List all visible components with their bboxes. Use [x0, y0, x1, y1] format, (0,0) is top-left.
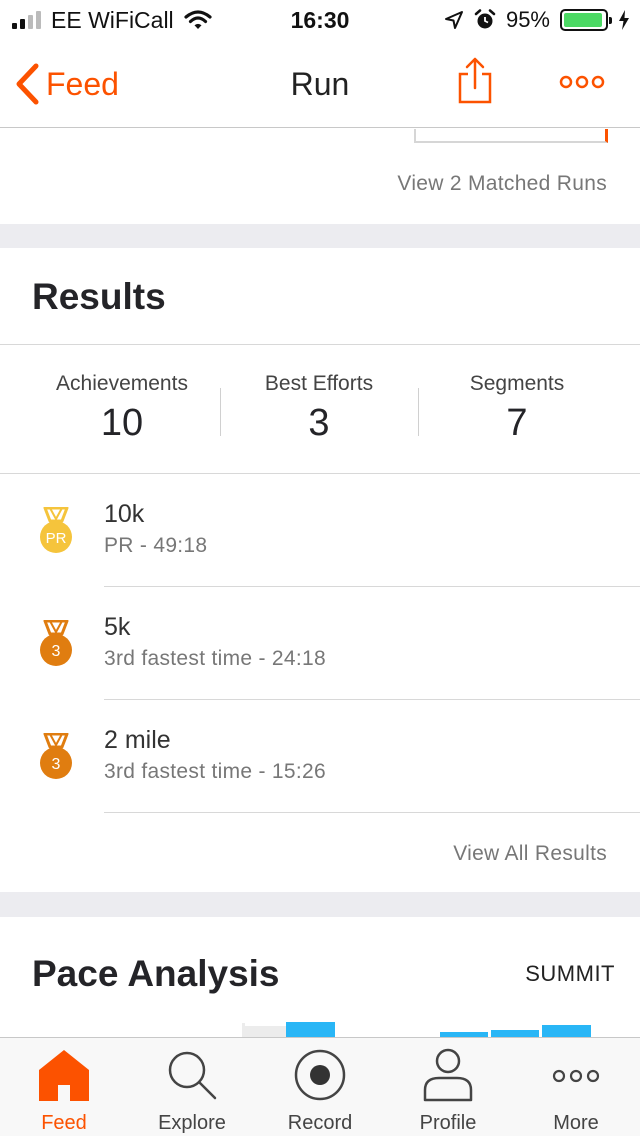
summit-badge: SUMMIT	[525, 961, 615, 986]
profile-icon	[423, 1048, 473, 1102]
segments-stat[interactable]: Segments 7	[417, 372, 617, 445]
alarm-icon	[474, 9, 496, 29]
stat-value: 7	[506, 402, 528, 444]
chevron-left-icon	[16, 63, 39, 105]
result-row-2-mile[interactable]: 3 2 mile 3rd fastest time - 15:26	[0, 700, 640, 812]
pace-analysis-card: Pace Analysis SUMMIT	[0, 917, 640, 1037]
view-all-results-link[interactable]: View All Results	[453, 842, 607, 866]
stat-label: Best Efforts	[264, 372, 374, 395]
status-right: 95%	[444, 6, 630, 34]
home-icon	[39, 1050, 89, 1101]
location-arrow-icon	[444, 11, 463, 29]
more-icon	[552, 1069, 600, 1083]
stat-label: Segments	[469, 372, 565, 395]
section-divider	[0, 892, 640, 917]
bronze-medal-icon: 3	[40, 620, 72, 666]
medal-badge: PR	[46, 530, 67, 547]
bronze-medal-icon: 3	[40, 733, 72, 779]
result-subtitle: 3rd fastest time - 24:18	[104, 647, 326, 670]
result-title: 5k	[104, 613, 131, 641]
back-button[interactable]: Feed	[14, 60, 119, 108]
tab-label: More	[553, 1112, 599, 1134]
result-subtitle: PR - 49:18	[104, 534, 208, 557]
stat-value: 3	[308, 402, 330, 444]
matched-runs-section: View 2 Matched Runs	[0, 129, 640, 224]
status-bar: EE WiFiCall 16:30 95%	[0, 0, 640, 40]
pace-analysis-heading: Pace Analysis	[32, 953, 280, 994]
tab-label: Feed	[41, 1112, 87, 1134]
result-subtitle: 3rd fastest time - 15:26	[104, 760, 326, 783]
pace-bar	[242, 1023, 245, 1037]
stat-value: 10	[100, 402, 144, 444]
tab-profile[interactable]: Profile	[384, 1038, 512, 1136]
pr-medal-icon: PR	[40, 507, 72, 553]
stat-label: Achievements	[56, 372, 188, 395]
view-matched-runs-link[interactable]: View 2 Matched Runs	[397, 172, 607, 196]
search-icon	[168, 1051, 217, 1100]
battery-percent: 95%	[505, 7, 550, 32]
medal-badge: 3	[52, 643, 61, 660]
medal-badge: 3	[52, 756, 61, 773]
tab-more[interactable]: More	[512, 1038, 640, 1136]
tab-bar: Feed Explore Record Profile More	[0, 1037, 640, 1136]
pace-bar	[491, 1030, 539, 1037]
results-card: Results Achievements 10 Best Efforts 3 S…	[0, 248, 640, 892]
result-title: 2 mile	[104, 726, 171, 754]
tab-label: Record	[287, 1112, 353, 1134]
record-icon	[294, 1049, 346, 1101]
pace-bar	[542, 1025, 591, 1037]
more-icon	[559, 75, 605, 89]
divider	[0, 344, 640, 345]
pace-bar	[242, 1026, 286, 1037]
tab-explore[interactable]: Explore	[128, 1038, 256, 1136]
best-efforts-stat[interactable]: Best Efforts 3	[219, 372, 419, 445]
tab-record[interactable]: Record	[256, 1038, 384, 1136]
result-row-5k[interactable]: 3 5k 3rd fastest time - 24:18	[0, 587, 640, 699]
tab-label: Explore	[158, 1112, 226, 1134]
more-options-button[interactable]	[558, 70, 606, 94]
section-divider	[0, 224, 640, 248]
charging-icon	[619, 10, 629, 30]
pace-chart-preview	[242, 1022, 591, 1037]
share-button[interactable]	[452, 56, 498, 106]
row-divider	[104, 812, 640, 813]
pace-bar	[286, 1022, 335, 1037]
map-preview-edge	[414, 129, 608, 143]
tab-feed[interactable]: Feed	[0, 1038, 128, 1136]
result-title: 10k	[104, 500, 145, 528]
achievements-stat[interactable]: Achievements 10	[22, 372, 222, 445]
tab-label: Profile	[419, 1112, 477, 1134]
share-icon	[458, 57, 492, 104]
results-heading: Results	[32, 276, 166, 317]
battery-icon	[560, 9, 612, 31]
back-label: Feed	[46, 65, 119, 102]
nav-bar: Feed Run	[0, 40, 640, 128]
result-row-10k[interactable]: PR 10k PR - 49:18	[0, 474, 640, 586]
